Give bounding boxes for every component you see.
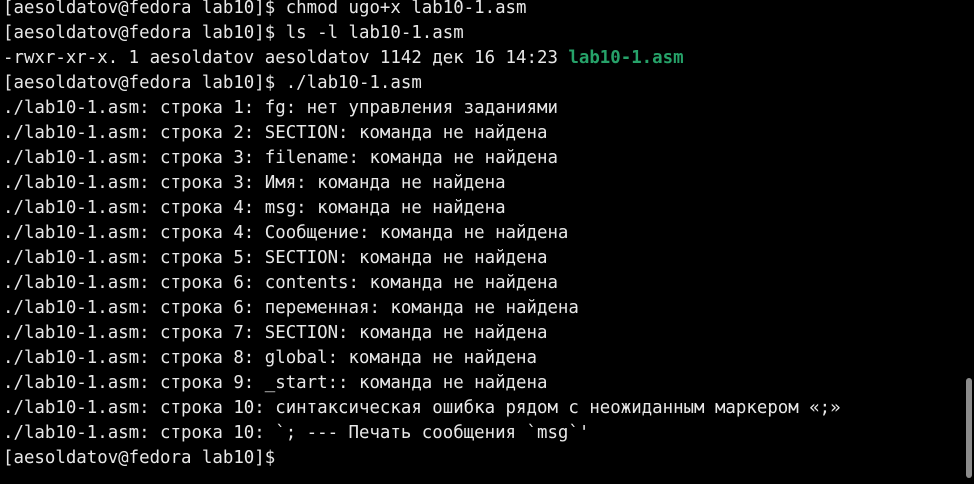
terminal-line-error: ./lab10-1.asm: строка 9: _start:: команд…	[3, 373, 548, 393]
terminal-line-error: ./lab10-1.asm: строка 5: SECTION: команд…	[3, 248, 548, 268]
terminal-line-run-command: [aesoldatov@fedora lab10]$ ./lab10-1.asm	[3, 73, 422, 93]
terminal-line-ls-command: [aesoldatov@fedora lab10]$ ls -l lab10-1…	[3, 23, 464, 43]
terminal-line-error: ./lab10-1.asm: строка 1: fg: нет управле…	[3, 98, 558, 118]
terminal-line-prompt[interactable]: [aesoldatov@fedora lab10]$	[3, 446, 841, 471]
terminal-line-error: ./lab10-1.asm: строка 2: SECTION: команд…	[3, 123, 548, 143]
terminal-line-error: ./lab10-1.asm: строка 3: Имя: команда не…	[3, 173, 506, 193]
terminal-line-error: ./lab10-1.asm: строка 6: contents: коман…	[3, 273, 558, 293]
terminal-line-error: ./lab10-1.asm: строка 10: `; --- Печать …	[3, 423, 590, 443]
terminal-line-chmod-command: [aesoldatov@fedora lab10]$ chmod ugo+x l…	[3, 0, 527, 18]
terminal-line-error: ./lab10-1.asm: строка 6: переменная: ком…	[3, 298, 579, 318]
terminal-line-ls-output: -rwxr-xr-x. 1 aesoldatov aesoldatov 1142…	[3, 46, 841, 71]
terminal-output: [aesoldatov@fedora lab10]$ chmod ugo+x l…	[3, 0, 841, 471]
terminal-line-error: ./lab10-1.asm: строка 10: синтаксическая…	[3, 398, 841, 418]
terminal-scrollbar[interactable]	[964, 0, 974, 484]
terminal-window[interactable]: [aesoldatov@fedora lab10]$ chmod ugo+x l…	[0, 0, 964, 484]
terminal-line-error: ./lab10-1.asm: строка 4: Сообщение: кома…	[3, 223, 569, 243]
terminal-line-error: ./lab10-1.asm: строка 7: SECTION: команд…	[3, 323, 548, 343]
terminal-line-error: ./lab10-1.asm: строка 3: filename: коман…	[3, 148, 558, 168]
terminal-line-error: ./lab10-1.asm: строка 4: msg: команда не…	[3, 198, 506, 218]
scrollbar-thumb[interactable]	[966, 378, 972, 478]
terminal-line-error: ./lab10-1.asm: строка 8: global: команда…	[3, 348, 537, 368]
ls-permissions-meta: -rwxr-xr-x. 1 aesoldatov aesoldatov 1142…	[3, 48, 569, 68]
ls-executable-filename: lab10-1.asm	[568, 48, 684, 68]
